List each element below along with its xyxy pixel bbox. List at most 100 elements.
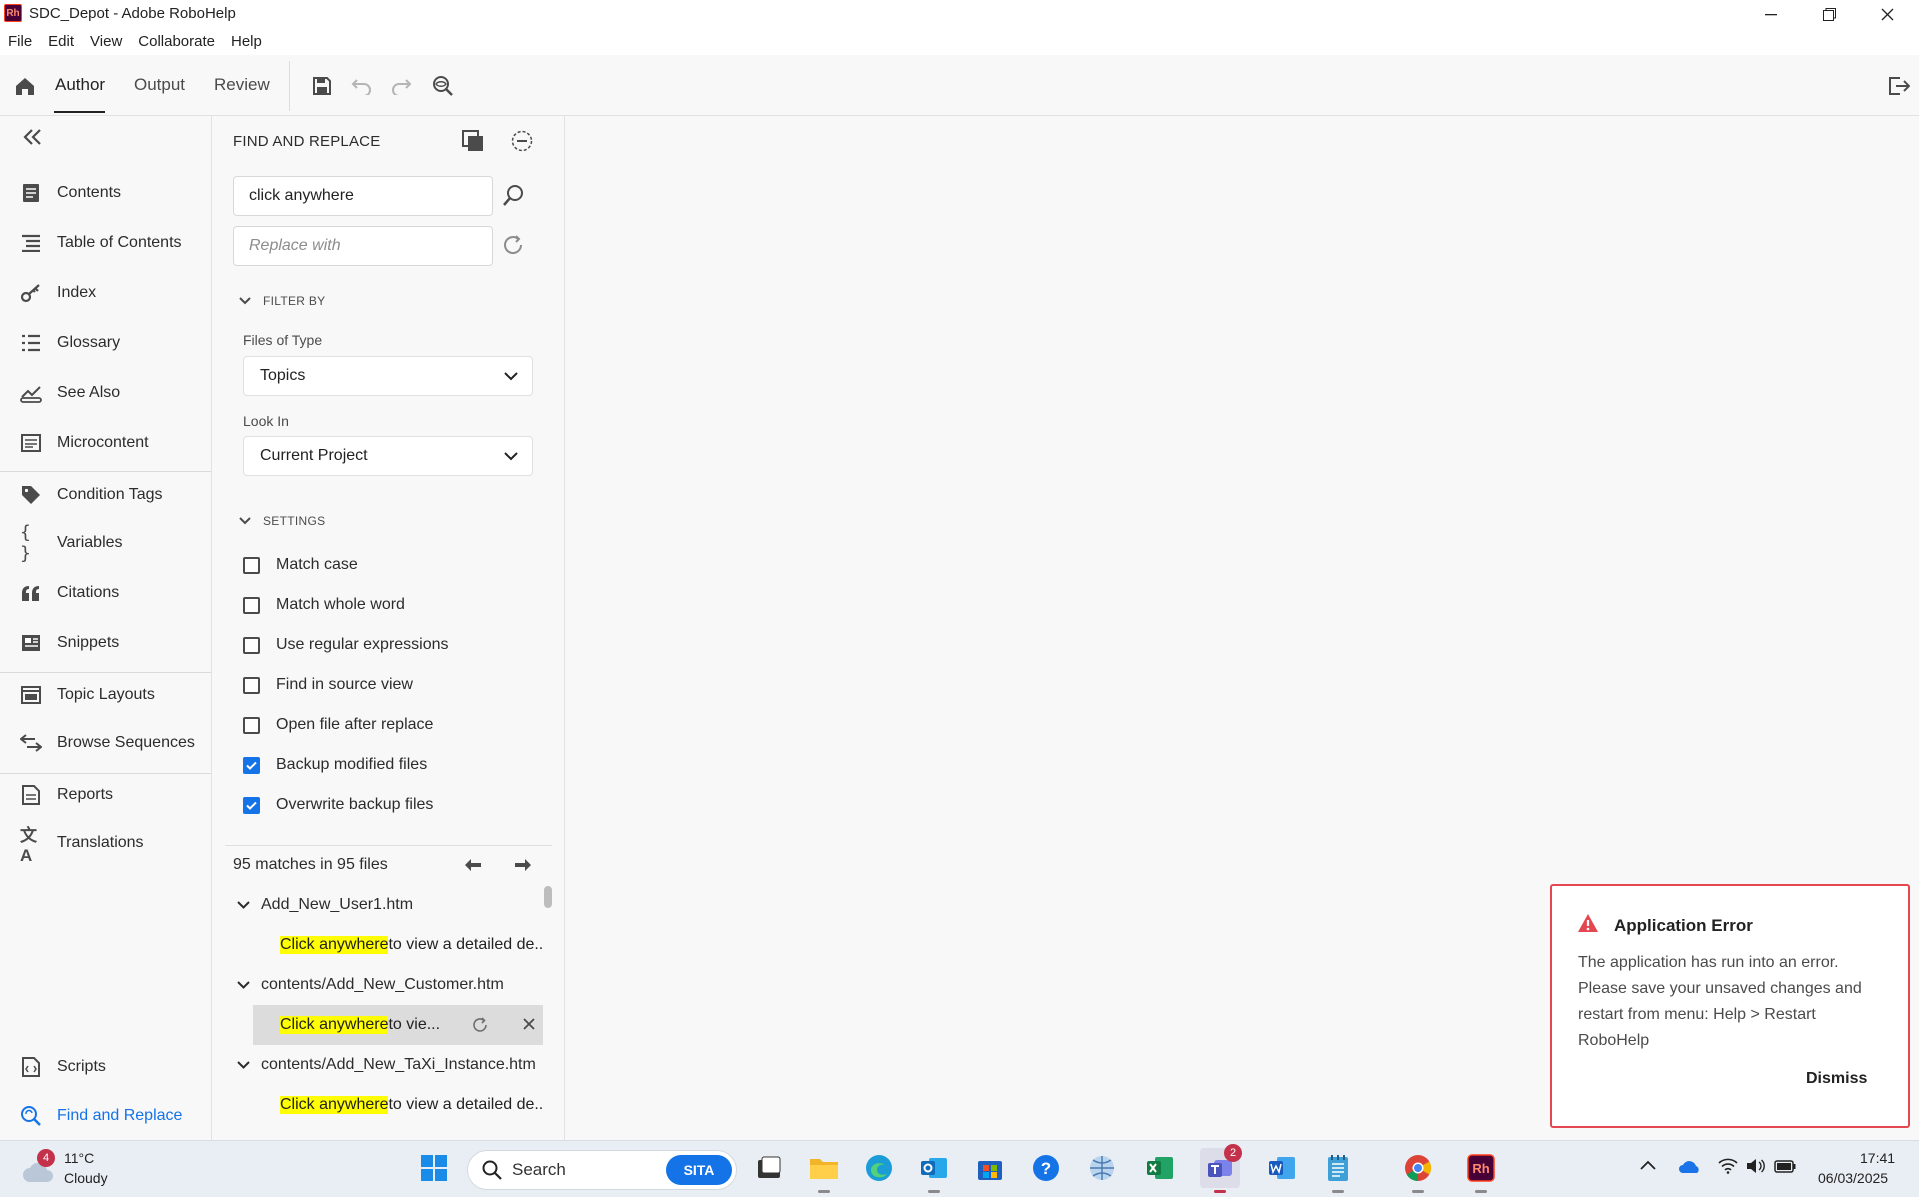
- clock-date[interactable]: 06/03/2025: [1818, 1170, 1888, 1186]
- menu-edit[interactable]: Edit: [48, 29, 82, 55]
- nav-scripts[interactable]: Scripts: [0, 1047, 211, 1087]
- result-file[interactable]: contents/Add_New_Customer.htm: [237, 972, 504, 998]
- taskbar-search[interactable]: Search SITA: [467, 1150, 737, 1190]
- nav-table-of-contents[interactable]: Table of Contents: [0, 223, 211, 263]
- outlook-icon[interactable]: [914, 1148, 954, 1193]
- redo-icon[interactable]: [386, 71, 416, 101]
- store-icon[interactable]: [970, 1148, 1010, 1188]
- results-divider: [225, 845, 552, 846]
- replace-input[interactable]: [233, 226, 493, 266]
- sign-out-icon[interactable]: [1884, 71, 1914, 101]
- settings-toggle[interactable]: SETTINGS: [239, 514, 325, 528]
- collapse-panel-icon[interactable]: [22, 128, 44, 146]
- menu-collaborate[interactable]: Collaborate: [138, 29, 223, 55]
- open-in-editor-icon[interactable]: [462, 130, 484, 152]
- undo-icon[interactable]: [347, 71, 377, 101]
- robohelp-taskbar-icon[interactable]: Rh: [1461, 1148, 1501, 1193]
- menu-help[interactable]: Help: [231, 29, 270, 55]
- chrome-icon[interactable]: [1398, 1148, 1438, 1193]
- close-window-button[interactable]: [1858, 0, 1916, 29]
- search-icon[interactable]: [502, 184, 524, 208]
- battery-icon[interactable]: [1774, 1160, 1796, 1173]
- nav-glossary[interactable]: Glossary: [0, 323, 211, 363]
- nav-snippets[interactable]: Snippets: [0, 623, 211, 663]
- dismiss-button[interactable]: Dismiss: [1806, 1070, 1867, 1088]
- backup-files-option[interactable]: Backup modified files: [243, 753, 427, 777]
- volume-icon[interactable]: [1746, 1158, 1766, 1174]
- checkbox[interactable]: [243, 556, 260, 574]
- file-explorer-icon[interactable]: [804, 1148, 844, 1193]
- nav-index[interactable]: Index: [0, 273, 211, 313]
- result-file[interactable]: Add_New_User1.htm: [237, 892, 413, 918]
- nav-see-also[interactable]: See Also: [0, 373, 211, 413]
- checkbox[interactable]: [243, 596, 260, 614]
- edge-icon[interactable]: [859, 1148, 899, 1188]
- minimize-button[interactable]: [1742, 0, 1800, 29]
- checkbox[interactable]: [243, 716, 260, 734]
- result-hit[interactable]: Click anywhere to view a detailed de...: [253, 925, 543, 965]
- wifi-icon[interactable]: [1718, 1158, 1738, 1174]
- home-icon[interactable]: [10, 71, 40, 101]
- menu-view[interactable]: View: [90, 29, 130, 55]
- match-highlight: Click anywhere: [280, 936, 389, 954]
- look-in-dropdown[interactable]: Current Project: [243, 436, 533, 476]
- match-case-option[interactable]: Match case: [243, 553, 358, 577]
- nav-translations[interactable]: 文A Translations: [0, 823, 211, 865]
- nav-variables[interactable]: { } Variables: [0, 522, 211, 564]
- results-scrollbar[interactable]: [544, 886, 552, 908]
- result-file[interactable]: contents/Add_New_TaXi_Instance.htm: [237, 1052, 536, 1078]
- replace-all-icon[interactable]: [502, 234, 524, 256]
- weather-temp: 11°C: [64, 1150, 95, 1166]
- onedrive-icon[interactable]: [1678, 1158, 1702, 1174]
- filter-by-toggle[interactable]: FILTER BY: [239, 294, 326, 308]
- checkbox[interactable]: [243, 676, 260, 694]
- word-icon[interactable]: [1262, 1148, 1302, 1188]
- layout-icon: [20, 684, 42, 706]
- task-view-icon[interactable]: [749, 1148, 789, 1188]
- open-after-replace-option[interactable]: Open file after replace: [243, 713, 433, 737]
- nav-label: Variables: [57, 534, 123, 551]
- close-icon[interactable]: [523, 1018, 535, 1030]
- find-input[interactable]: [233, 176, 493, 216]
- menu-file[interactable]: File: [8, 29, 40, 55]
- nav-reports[interactable]: Reports: [0, 775, 211, 815]
- collapse-all-icon[interactable]: [511, 130, 533, 152]
- replace-icon[interactable]: [472, 1017, 488, 1033]
- tab-author[interactable]: Author: [55, 75, 105, 95]
- microcontent-icon: [20, 432, 42, 454]
- nav-microcontent[interactable]: Microcontent: [0, 423, 211, 463]
- teams-icon[interactable]: 2: [1200, 1144, 1242, 1193]
- overwrite-backup-option[interactable]: Overwrite backup files: [243, 793, 433, 817]
- nav-divider: [0, 773, 211, 774]
- files-of-type-dropdown[interactable]: Topics: [243, 356, 533, 396]
- save-icon[interactable]: [307, 71, 337, 101]
- excel-icon[interactable]: [1140, 1148, 1180, 1188]
- result-hit-selected[interactable]: Click anywhere to vie...: [253, 1005, 543, 1045]
- result-hit[interactable]: Click anywhere to view a detailed de...: [253, 1085, 543, 1125]
- help-app-icon[interactable]: ?: [1026, 1148, 1066, 1188]
- nav-topic-layouts[interactable]: Topic Layouts: [0, 675, 211, 715]
- nav-citations[interactable]: Citations: [0, 573, 211, 613]
- nav-contents[interactable]: Contents: [0, 173, 211, 213]
- nav-condition-tags[interactable]: Condition Tags: [0, 475, 211, 515]
- weather-widget[interactable]: 4: [22, 1149, 58, 1186]
- checkbox-checked[interactable]: [243, 796, 260, 814]
- next-match-icon[interactable]: [514, 858, 532, 872]
- match-whole-word-option[interactable]: Match whole word: [243, 593, 405, 617]
- restore-button[interactable]: [1800, 0, 1858, 29]
- tab-review[interactable]: Review: [214, 75, 270, 95]
- nav-browse-sequences[interactable]: Browse Sequences: [0, 723, 211, 763]
- nav-find-and-replace[interactable]: Find and Replace: [0, 1096, 211, 1136]
- regex-option[interactable]: Use regular expressions: [243, 633, 449, 657]
- checkbox-checked[interactable]: [243, 756, 260, 774]
- notepad-icon[interactable]: [1318, 1148, 1358, 1193]
- tab-output[interactable]: Output: [134, 75, 185, 95]
- source-view-option[interactable]: Find in source view: [243, 673, 413, 697]
- clock-time[interactable]: 17:41: [1860, 1150, 1895, 1166]
- start-button[interactable]: [414, 1148, 454, 1188]
- previous-match-icon[interactable]: [464, 858, 482, 872]
- checkbox[interactable]: [243, 636, 260, 654]
- preview-icon[interactable]: [427, 71, 457, 101]
- network-app-icon[interactable]: [1082, 1148, 1122, 1188]
- chevron-up-icon[interactable]: [1640, 1160, 1656, 1170]
